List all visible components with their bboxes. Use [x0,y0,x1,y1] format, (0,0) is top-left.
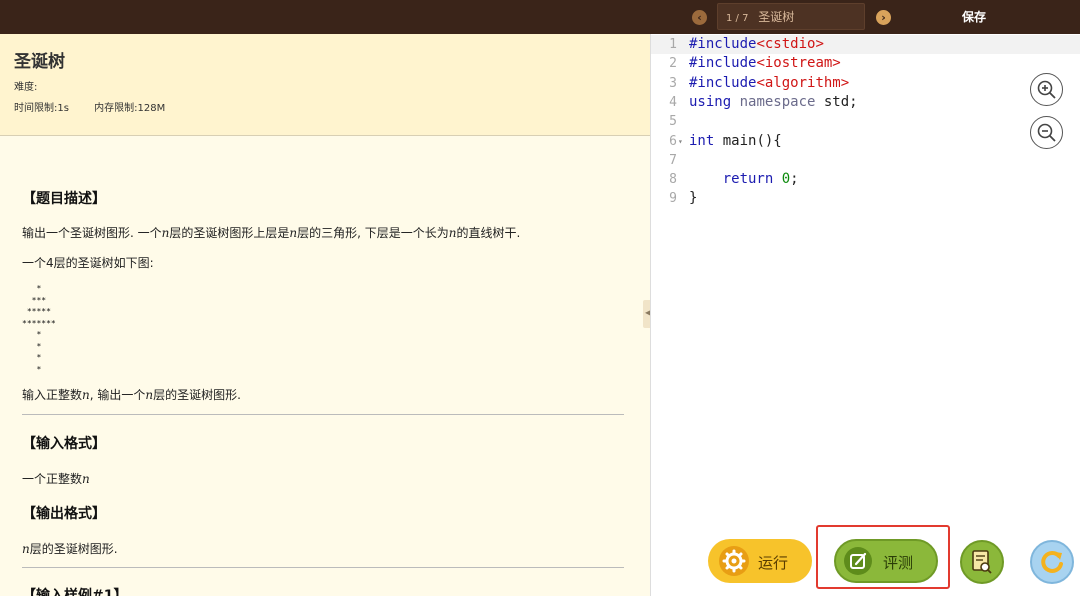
tree-example: * *** ***** ******* * * * * [22,284,56,374]
divider [22,567,624,568]
code-line[interactable]: 8 return 0; [651,170,1080,189]
line-number: 4 [669,94,677,110]
judge-highlight-box [816,525,950,589]
code-line[interactable]: 9} [651,189,1080,208]
difficulty-label: 难度: [14,82,38,93]
line-number: 1 [669,37,677,52]
line-number: 7 [669,152,677,168]
run-label: 运行 [758,554,789,572]
code-line[interactable]: 6 ▾ int main(){ [651,132,1080,151]
line-number: 2 [669,56,677,72]
line-number: 9 [669,191,677,207]
divider [22,414,624,415]
run-button[interactable]: 运行 [708,539,812,583]
code-text: return 0; [722,171,799,188]
chevron-left-icon: ‹ [697,11,702,24]
chevron-right-icon: › [881,11,886,24]
code-line[interactable]: 2 #include<iostream> [651,54,1080,73]
inspect-button[interactable] [960,540,1004,584]
code-line[interactable]: 4 using namespace std; [651,93,1080,112]
refresh-icon [1041,550,1063,573]
line-number: 3 [669,75,677,91]
code-line[interactable]: 3 #include<algorithm> [651,74,1080,93]
limits: 时间限制:1s 内存限制:128M [14,99,187,114]
code-text: #include<algorithm> [689,74,850,91]
code-line[interactable]: 7 [651,151,1080,170]
line-number: 5 [669,114,677,130]
document-search-icon [972,550,992,574]
problem-header: 圣诞树 难度: 时间限制:1s 内存限制:128M [0,34,650,136]
top-bar: ‹ 1 / 7 圣诞树 › 保存 [0,0,1080,34]
input-format-heading: 【输入格式】 [22,436,106,452]
zoom-in-button[interactable] [1030,73,1063,106]
code-text: #include<cstdio> [689,36,824,52]
problem-panel: 圣诞树 难度: 时间限制:1s 内存限制:128M 【题目描述】 输出一个圣诞树… [0,34,650,596]
description-heading: 【题目描述】 [22,191,106,207]
code-line[interactable]: 5 [651,112,1080,131]
code-text: using namespace std; [689,93,858,110]
save-button[interactable]: 保存 [962,8,986,25]
gear-icon [719,546,749,576]
code-text: #include<iostream> [689,55,841,72]
output-format-heading: 【输出格式】 [22,506,106,522]
input-format-text: 一个正整数n [22,472,90,486]
description-line-3: 输入正整数n, 输出一个n层的圣诞树图形. [22,388,241,402]
time-limit: 时间限制:1s [14,103,69,114]
problem-index: 1 / 7 [726,13,749,24]
description-line-1: 输出一个圣诞树图形. 一个n层的圣诞树图形上层是n层的三角形, 下层是一个长为n… [22,226,521,240]
problem-selector[interactable]: 1 / 7 圣诞树 [717,3,865,30]
next-problem-button[interactable]: › [876,10,891,25]
code-text: } [689,190,698,207]
problem-name: 圣诞树 [758,10,795,24]
prev-problem-button[interactable]: ‹ [692,10,707,25]
sample-input-heading: 【输入样例#1】 [22,588,128,596]
line-number: 6 [669,133,677,149]
zoom-in-icon [1037,80,1056,99]
code-editor[interactable]: 1 #include<cstdio> 2 #include<iostream> 3 #in… [651,34,1080,596]
output-format-text: n层的圣诞树图形. [22,542,118,556]
description-line-2: 一个4层的圣诞树如下图: [22,256,154,270]
line-number: 8 [669,172,677,188]
reset-button[interactable] [1030,540,1074,584]
memory-limit: 内存限制:128M [94,103,166,114]
code-text: int main(){ [689,132,782,149]
code-line[interactable]: 1 #include<cstdio> [651,35,1080,54]
problem-title: 圣诞树 [14,52,65,72]
zoom-out-icon [1037,123,1056,142]
fold-arrow-icon[interactable]: ▾ [678,132,683,151]
zoom-out-button[interactable] [1030,116,1063,149]
